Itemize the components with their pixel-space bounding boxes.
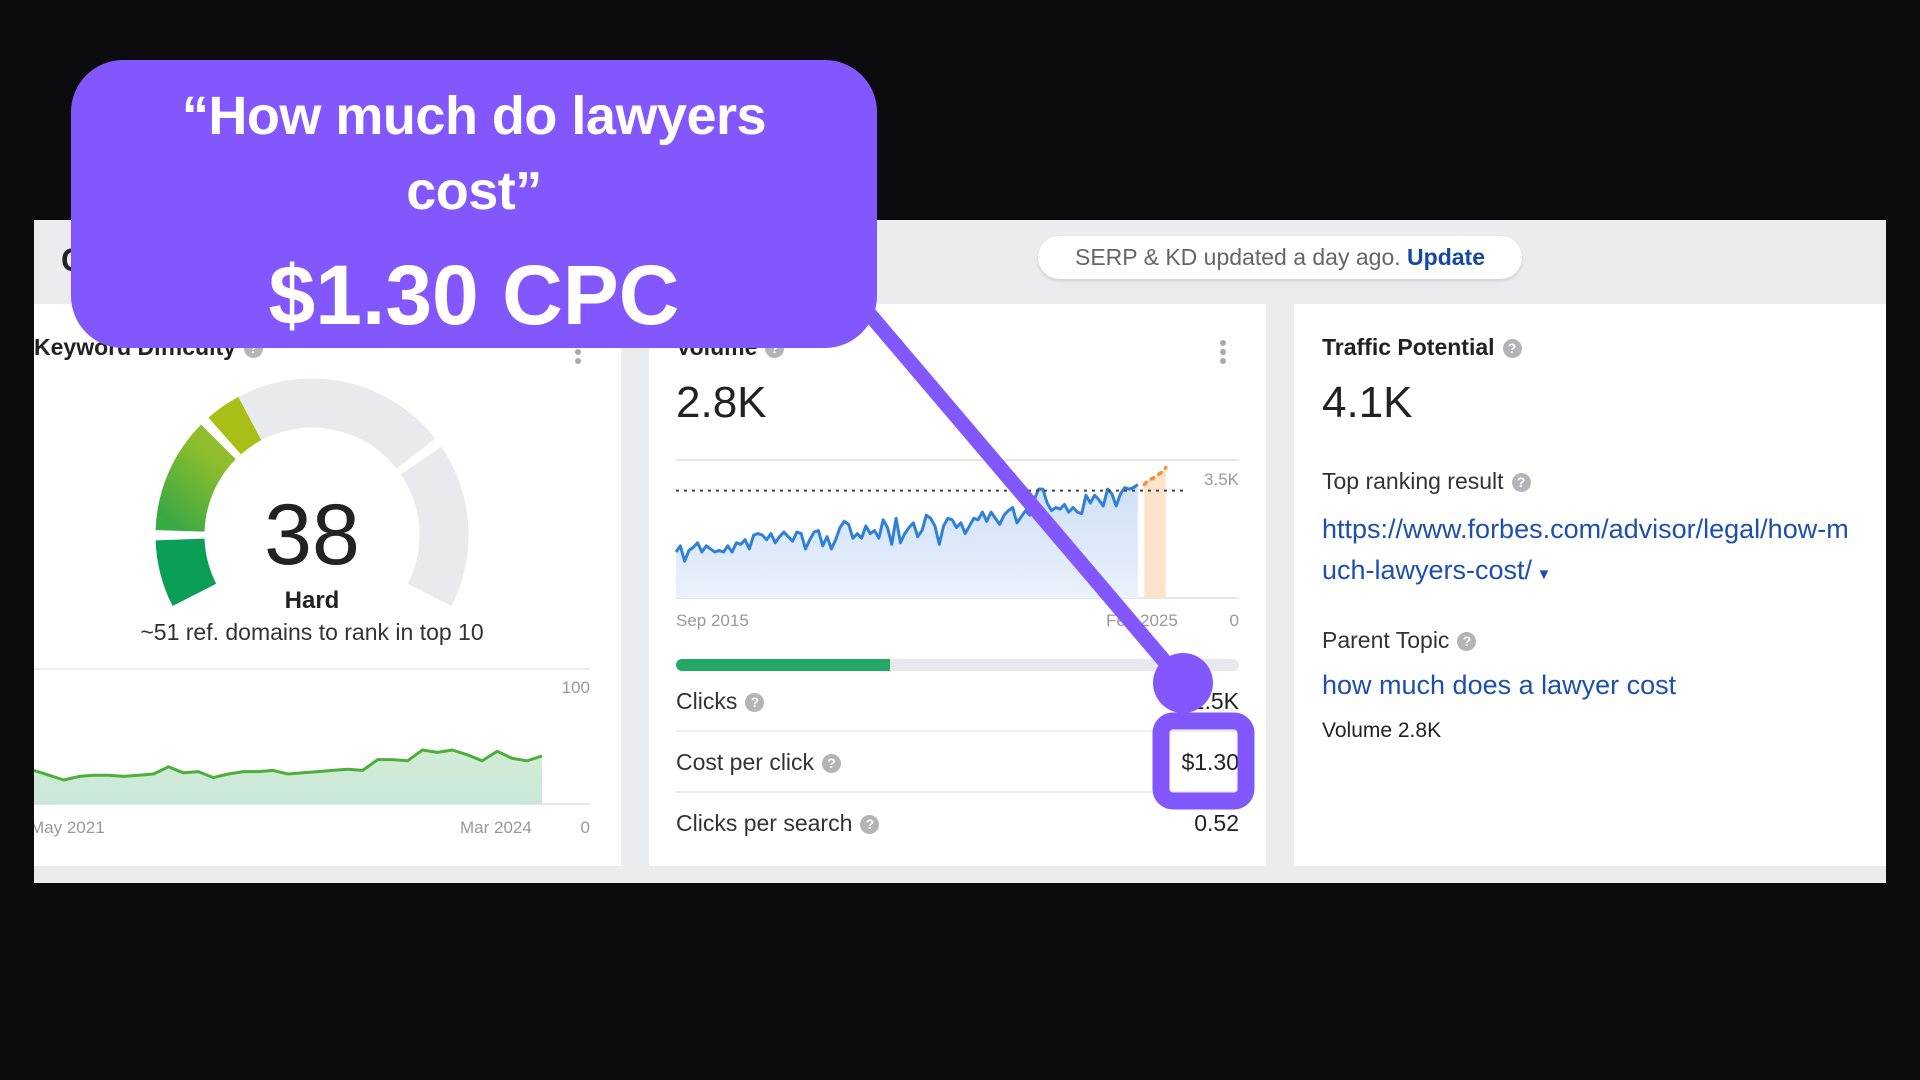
callout-connector xyxy=(858,302,1191,691)
cpc-highlight-box xyxy=(1152,712,1255,810)
callout-headline: $1.30 CPC xyxy=(268,248,680,342)
callout-dot xyxy=(1153,653,1213,713)
callout-line2: cost” xyxy=(406,161,542,221)
callout-line1: “How much do lawyers xyxy=(181,86,767,146)
callout-box: “How much do lawyers cost” $1.30 CPC xyxy=(71,60,877,348)
